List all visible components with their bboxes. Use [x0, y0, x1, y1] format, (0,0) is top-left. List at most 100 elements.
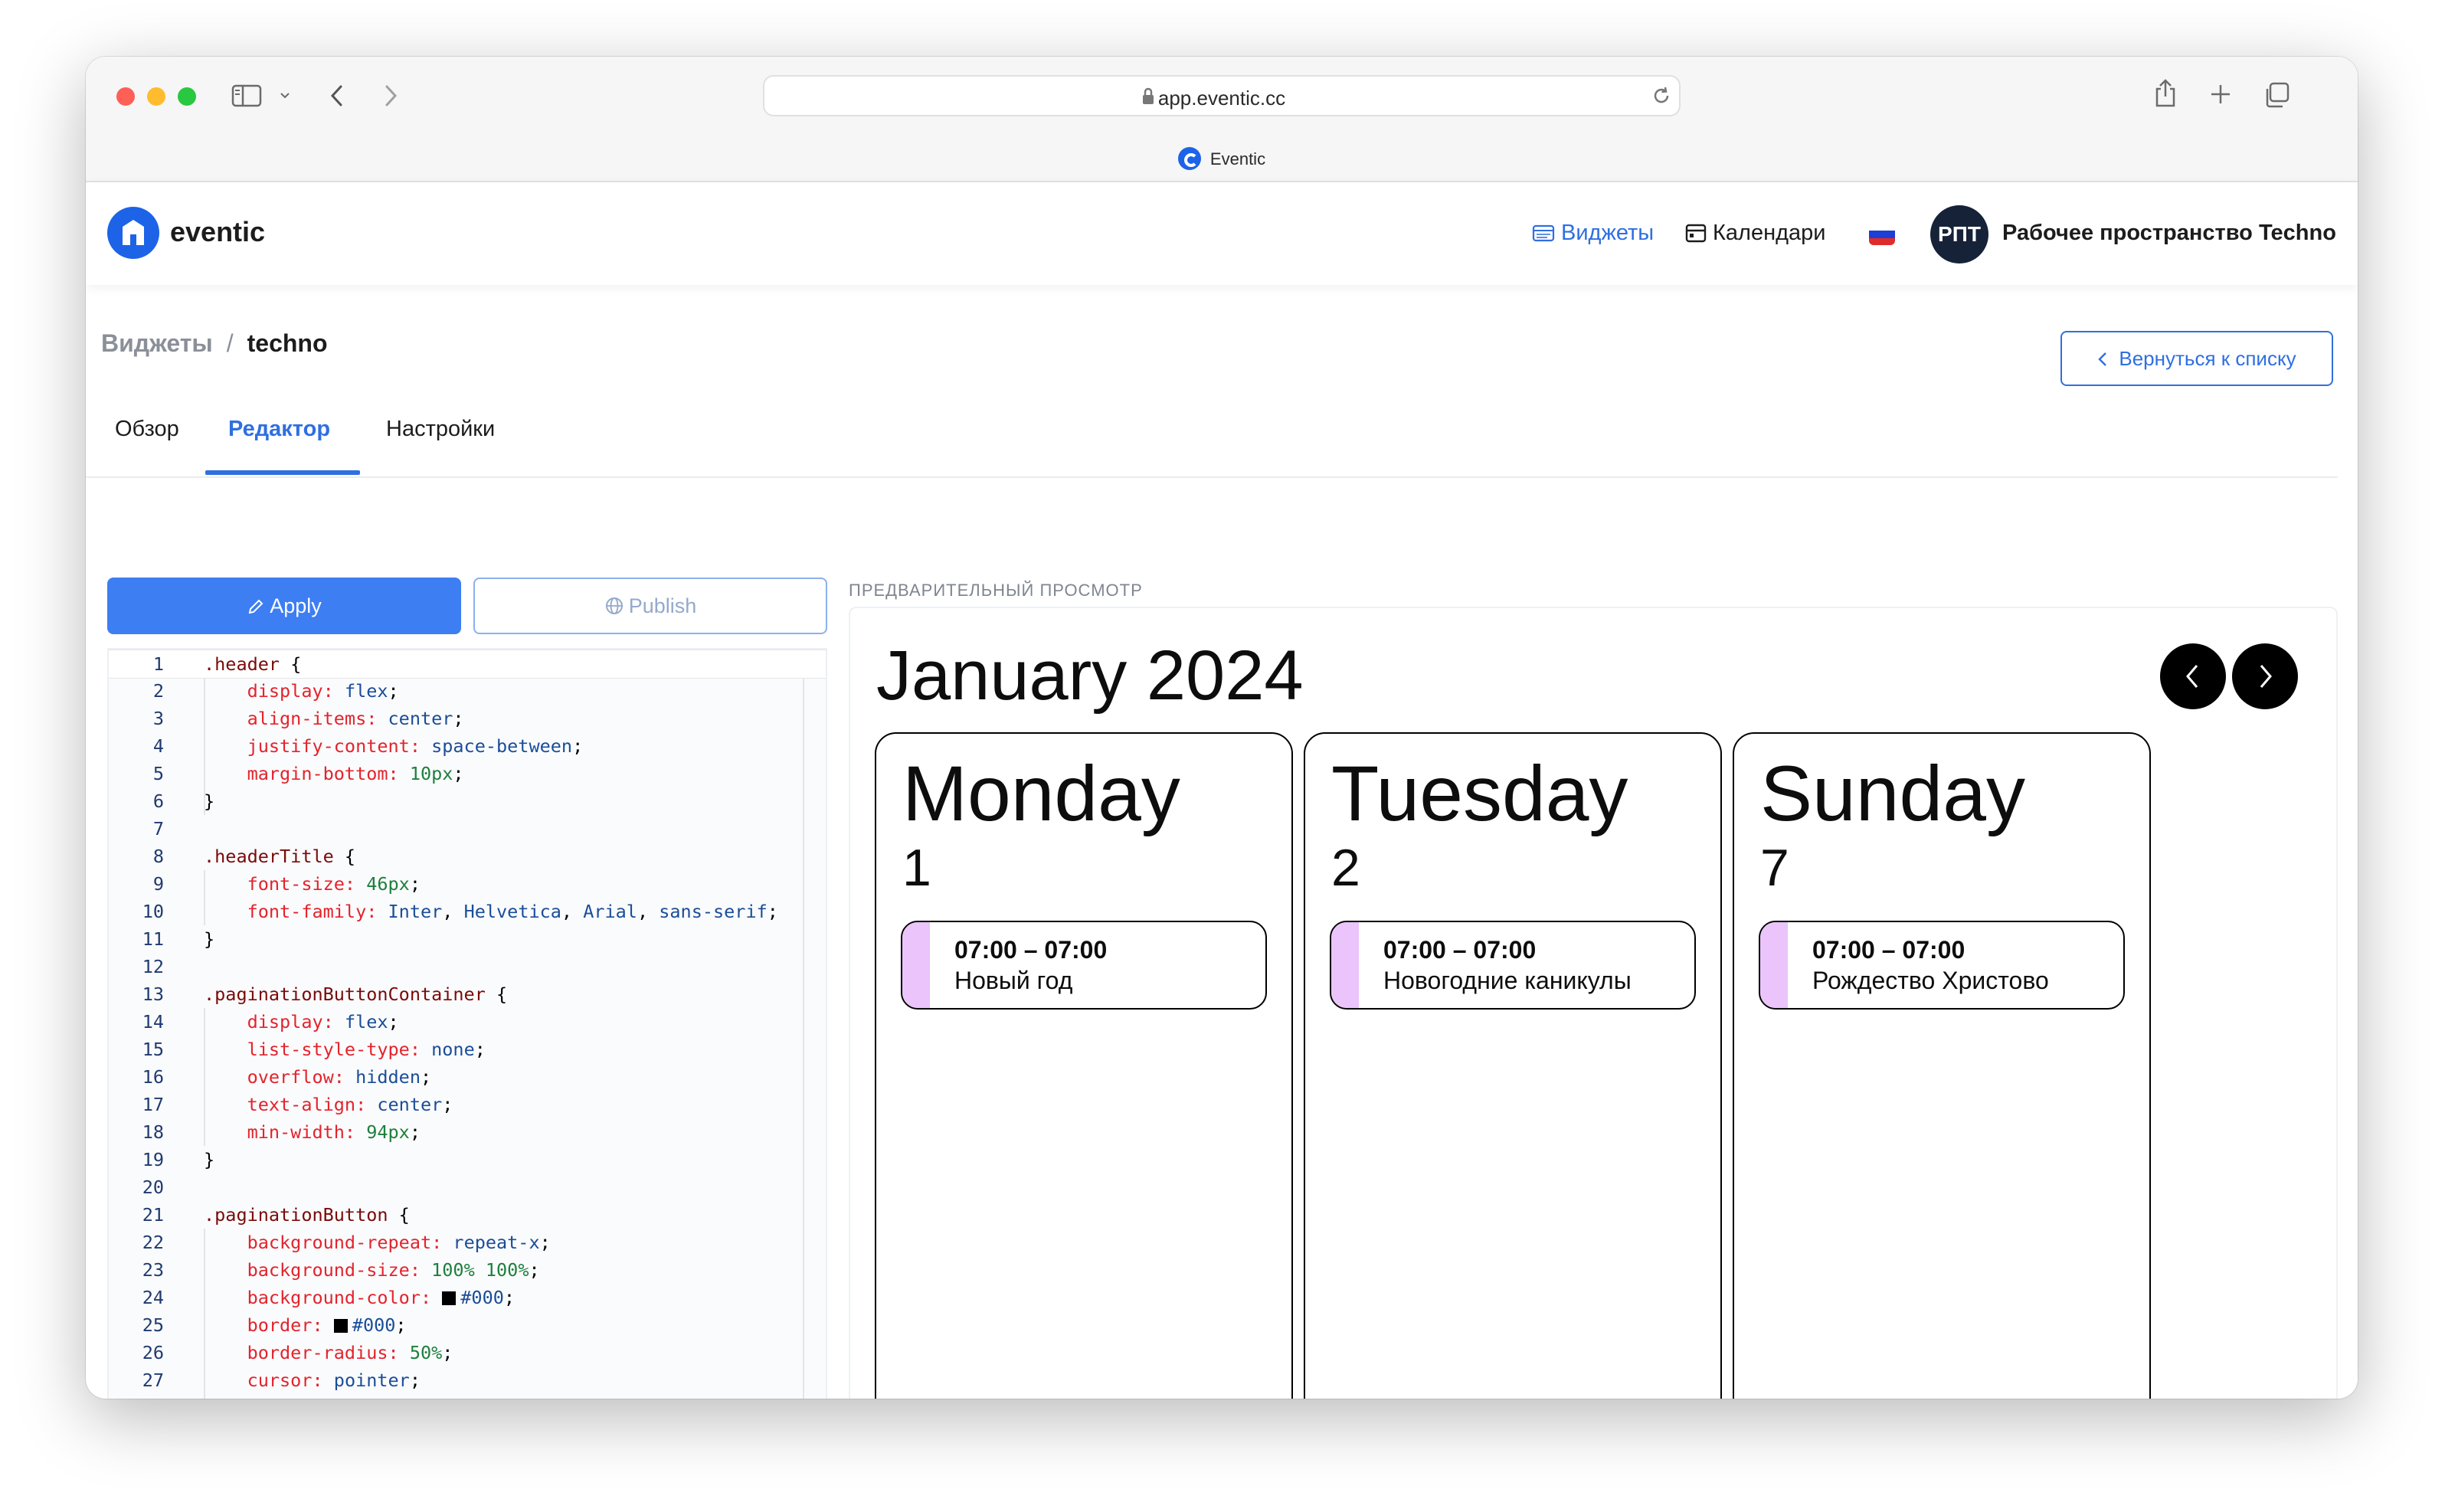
day-card: Tuesday 2 07:00 – 07:00 Новогодние каник…: [1304, 732, 1722, 1399]
code-line: 11}: [142, 928, 215, 950]
event-color-bar: [902, 922, 930, 1008]
minimize-window-button[interactable]: [147, 87, 165, 106]
code-line: 10 font-family: Inter, Helvetica, Arial,…: [142, 901, 778, 922]
calendar-icon: [1685, 224, 1707, 243]
day-name: Tuesday: [1331, 750, 1628, 837]
nav-widgets-label: Виджеты: [1561, 221, 1655, 245]
publish-button[interactable]: Publish: [473, 578, 827, 634]
event-card[interactable]: 07:00 – 07:00 Новогодние каникулы: [1330, 921, 1696, 1010]
event-color-bar: [1760, 922, 1788, 1008]
back-arrow-icon[interactable]: [328, 83, 346, 113]
event-card[interactable]: 07:00 – 07:00 Новый год: [901, 921, 1267, 1010]
chevron-left-icon: [2186, 665, 2198, 688]
new-tab-icon[interactable]: [2209, 83, 2232, 110]
workspace-avatar[interactable]: РПТ: [1930, 205, 1988, 263]
back-to-list-button[interactable]: Вернуться к списку: [2060, 331, 2333, 386]
code-line: 26 border-radius: 50%;: [142, 1342, 453, 1363]
code-line: 2 display: flex;: [152, 680, 399, 702]
browser-tab[interactable]: Eventic: [86, 147, 2358, 172]
browser-window: app.eventic.cc Eventic eventic Виджеты К…: [86, 57, 2358, 1399]
previous-page-button[interactable]: [2160, 643, 2226, 709]
widgets-icon: [1532, 224, 1555, 242]
globe-icon: [605, 597, 623, 614]
workspace-name[interactable]: Рабочее пространство Techno: [2002, 221, 2336, 246]
event-time: 07:00 – 07:00: [954, 936, 1108, 964]
code-line: 5 margin-bottom: 10px;: [152, 763, 464, 784]
code-line: 12: [142, 956, 164, 977]
next-page-button[interactable]: [2232, 643, 2298, 709]
code-line: 22 background-repeat: repeat-x;: [142, 1232, 551, 1253]
code-line: 13 .paginationButtonContainer {: [142, 983, 508, 1005]
nav-calendars-label: Календари: [1713, 221, 1826, 245]
color-swatch[interactable]: [333, 1319, 348, 1333]
nav-calendars-link[interactable]: Календари: [1685, 221, 1825, 246]
code-line: 23 background-size: 100% 100%;: [142, 1259, 540, 1281]
code-line: 27 cursor: pointer;: [142, 1370, 421, 1391]
tab-overview[interactable]: Обзор: [115, 417, 179, 442]
event-time: 07:00 – 07:00: [1812, 936, 1965, 964]
pencil-icon: [248, 599, 263, 614]
breadcrumb-widgets-link[interactable]: Виджеты: [101, 329, 213, 357]
day-name: Monday: [902, 750, 1180, 837]
russian-flag-icon[interactable]: [1869, 224, 1895, 245]
publish-label: Publish: [628, 594, 697, 617]
eventic-favicon-icon: [1177, 147, 1201, 170]
event-title: Новогодние каникулы: [1383, 967, 1632, 994]
app-header: eventic Виджеты Календари РПТ Рабочее пр…: [86, 182, 2358, 285]
reload-icon[interactable]: [1650, 84, 1673, 111]
apply-label: Apply: [270, 594, 322, 617]
code-line: 25 border: #000;: [142, 1314, 407, 1336]
code-line: 17 text-align: center;: [142, 1094, 453, 1115]
code-line: 24 background-color: #000;: [142, 1287, 516, 1308]
code-line: 3 align-items: center;: [152, 708, 464, 729]
tab-settings[interactable]: Настройки: [386, 417, 495, 442]
day-name: Sunday: [1760, 750, 2025, 837]
sidebar-toggle-icon[interactable]: [231, 83, 262, 113]
css-code-editor[interactable]: 1 .header { 2 display: flex; 3 align-item…: [107, 648, 827, 1399]
active-tab-indicator: [205, 470, 360, 475]
apply-button[interactable]: Apply: [107, 578, 461, 634]
breadcrumb: Виджеты / techno: [101, 329, 328, 358]
calendar-preview: January 2024 Monday 1 07:00 – 07:00 Новы…: [849, 607, 2338, 1399]
eventic-logo-icon[interactable]: [107, 207, 159, 259]
event-card[interactable]: 07:00 – 07:00 Рождество Христово: [1759, 921, 2125, 1010]
close-window-button[interactable]: [116, 87, 135, 106]
forward-arrow-icon[interactable]: [381, 83, 400, 113]
tab-overview-icon[interactable]: [2263, 81, 2290, 113]
code-line: 16 overflow: hidden;: [142, 1066, 432, 1088]
nav-widgets-link[interactable]: Виджеты: [1532, 221, 1654, 246]
code-line: 14 display: flex;: [142, 1011, 399, 1033]
day-number: 2: [1331, 839, 1360, 897]
tab-editor[interactable]: Редактор: [228, 417, 330, 442]
event-time: 07:00 – 07:00: [1383, 936, 1537, 964]
day-number: 1: [902, 839, 931, 897]
code-line: 21 .paginationButton {: [142, 1204, 410, 1226]
code-line: 20: [142, 1177, 164, 1198]
logo-text[interactable]: eventic: [170, 216, 265, 248]
code-line: 15 list-style-type: none;: [142, 1039, 486, 1060]
breadcrumb-current: techno: [247, 329, 328, 357]
browser-tab-title: Eventic: [1209, 149, 1266, 169]
back-to-list-label: Вернуться к списку: [2119, 347, 2296, 370]
address-bar[interactable]: app.eventic.cc: [763, 75, 1681, 116]
chevron-down-icon[interactable]: [279, 90, 291, 104]
url-text: app.eventic.cc: [1157, 87, 1286, 110]
event-color-bar: [1331, 922, 1359, 1008]
code-line: 7: [152, 818, 164, 839]
code-line: 6}: [152, 790, 215, 812]
day-card: Sunday 7 07:00 – 07:00 Рождество Христов…: [1733, 732, 2151, 1399]
code-line: 9 font-size: 46px;: [152, 873, 421, 895]
preview-month-title: January 2024: [876, 637, 1304, 715]
chevron-left-icon: [2098, 352, 2107, 366]
browser-toolbar: app.eventic.cc Eventic: [86, 57, 2358, 182]
color-swatch[interactable]: [442, 1291, 457, 1305]
event-title: Новый год: [954, 967, 1073, 994]
code-line: 4 justify-content: space-between;: [152, 735, 584, 757]
app-page: eventic Виджеты Календари РПТ Рабочее пр…: [86, 182, 2358, 1399]
preview-label: ПРЕДВАРИТЕЛЬНЫЙ ПРОСМОТР: [849, 581, 1143, 600]
chevron-right-icon: [2260, 665, 2272, 688]
zoom-window-button[interactable]: [178, 87, 196, 106]
share-icon[interactable]: [2152, 78, 2178, 113]
code-line: 18 min-width: 94px;: [142, 1121, 421, 1143]
widget-tabs: Обзор Редактор Настройки: [86, 417, 2338, 478]
